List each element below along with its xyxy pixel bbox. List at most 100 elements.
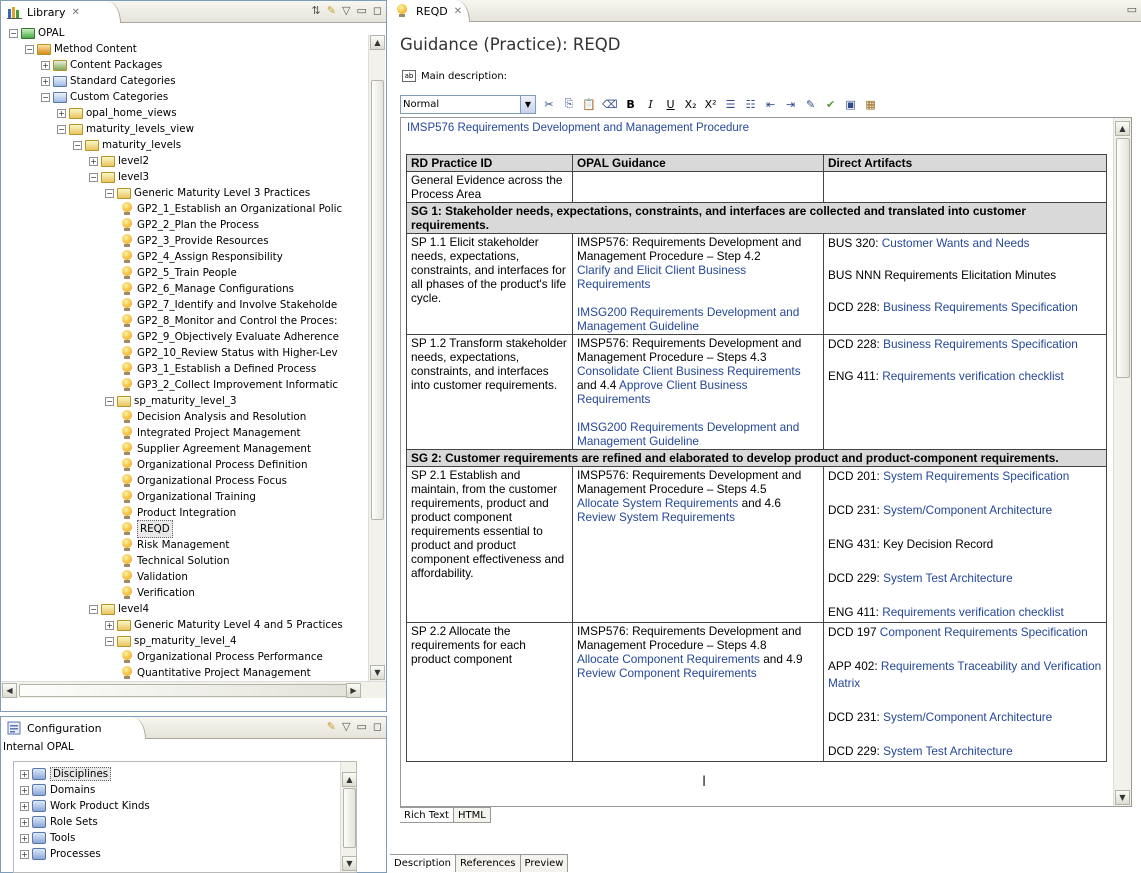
guidance-link[interactable]: Consolidate Client Business Requirements [577, 364, 801, 378]
tree-item[interactable]: − Generic Maturity Level 3 Practices [105, 185, 310, 201]
expand-icon[interactable]: + [20, 785, 29, 795]
guidance-link[interactable]: Review System Requirements [577, 510, 735, 524]
tree-item[interactable]: Organizational Process Performance [121, 649, 323, 665]
expand-icon[interactable]: + [41, 60, 50, 70]
tree-item[interactable]: REQD [121, 520, 173, 538]
collapse-icon[interactable]: − [105, 636, 114, 646]
library-hscrollbar[interactable]: ◀ ▶ [1, 681, 386, 698]
expand-icon[interactable]: + [20, 801, 29, 811]
tree-item[interactable]: + opal_home_views [57, 105, 177, 121]
paragraph-style-select[interactable]: Normal ▼ [400, 94, 536, 114]
tree-item[interactable]: − maturity_levels [73, 137, 181, 153]
scroll-up-icon[interactable]: ▲ [1115, 121, 1130, 136]
view-menu-icon[interactable]: ▽ [342, 4, 350, 17]
artifact-link[interactable]: Customer Wants and Needs [882, 236, 1030, 250]
artifact-link[interactable]: System/Component Architecture [883, 503, 1052, 517]
scroll-up-icon[interactable]: ▲ [370, 35, 385, 50]
artifact-link[interactable]: Requirements verification checklist [882, 369, 1064, 383]
configuration-tab[interactable]: Configuration [1, 717, 146, 739]
underline-icon[interactable]: U [664, 98, 678, 111]
config-vscrollbar[interactable]: ▲ ▼ [340, 762, 356, 872]
tree-item[interactable]: Technical Solution [121, 553, 230, 569]
collapse-icon[interactable]: − [25, 44, 34, 54]
tree-item[interactable]: GP2_3_Provide Resources [121, 233, 269, 249]
tree-item[interactable]: Product Integration [121, 505, 236, 521]
tree-item[interactable]: GP3_2_Collect Improvement Informatic [121, 377, 338, 393]
tab-description[interactable]: Description [390, 855, 456, 872]
tree-item[interactable]: GP2_10_Review Status with Higher-Lev [121, 345, 338, 361]
minimize-icon[interactable]: ▭ [1127, 3, 1137, 16]
tree-item[interactable]: GP2_9_Objectively Evaluate Adherence [121, 329, 339, 345]
copy-icon[interactable]: ⎘ [562, 97, 576, 111]
guideline-link[interactable]: IMSG200 Requirements Development and Man… [577, 420, 799, 448]
maximize-icon[interactable]: ◻ [373, 4, 382, 17]
minimize-icon[interactable]: ▭ [356, 4, 366, 17]
guidance-link[interactable]: Allocate Component Requirements [577, 652, 760, 666]
tree-item[interactable]: − level3 [89, 169, 149, 185]
sync-icon[interactable]: ✎ [327, 4, 336, 17]
bold-icon[interactable]: B [624, 98, 638, 111]
scroll-left-icon[interactable]: ◀ [2, 683, 17, 698]
collapse-icon[interactable]: − [89, 172, 98, 182]
tree-item[interactable]: GP2_1_Establish an Organizational Polic [121, 201, 342, 217]
library-tab[interactable]: Library ✕ [1, 1, 121, 23]
tree-item[interactable]: Supplier Agreement Management [121, 441, 311, 457]
config-item[interactable]: + Disciplines [20, 766, 112, 782]
tree-item[interactable]: − Custom Categories [41, 89, 168, 105]
collapse-icon[interactable]: − [89, 604, 98, 614]
artifact-link[interactable]: System Test Architecture [883, 744, 1013, 758]
tree-item[interactable]: Organizational Process Definition [121, 457, 307, 473]
config-item[interactable]: + Domains [20, 782, 95, 798]
scroll-down-icon[interactable]: ▼ [342, 856, 356, 871]
config-item[interactable]: + Role Sets [20, 814, 98, 830]
config-item[interactable]: + Work Product Kinds [20, 798, 150, 814]
maximize-icon[interactable]: ◻ [373, 720, 382, 733]
artifact-link[interactable]: System Requirements Specification [883, 469, 1069, 483]
config-item[interactable]: + Tools [20, 830, 75, 846]
scroll-thumb[interactable] [371, 80, 384, 520]
library-tree[interactable]: − OPAL − Method Content + Content Packages + St… [3, 25, 367, 685]
scroll-thumb[interactable] [1116, 138, 1130, 378]
guidance-link[interactable]: Review Component Requirements [577, 666, 757, 680]
scroll-up-icon[interactable]: ▲ [342, 772, 356, 787]
collapse-icon[interactable]: − [73, 140, 82, 150]
scroll-down-icon[interactable]: ▼ [370, 665, 385, 680]
reqd-editor-tab[interactable]: REQD ✕ [390, 0, 470, 22]
minimize-icon[interactable]: ▭ [356, 720, 366, 733]
tree-item[interactable]: Validation [121, 569, 188, 585]
tree-item[interactable]: + Standard Categories [41, 73, 176, 89]
tree-item[interactable]: − Method Content [25, 41, 137, 57]
clear-format-icon[interactable]: ⌫ [602, 98, 618, 111]
tab-html[interactable]: HTML [453, 808, 491, 823]
italic-icon[interactable]: I [644, 98, 658, 111]
bulleted-list-icon[interactable]: ☰ [724, 98, 738, 111]
refresh-icon[interactable]: ✎ [327, 720, 336, 733]
add-table-icon[interactable]: ▦ [864, 98, 878, 111]
close-icon[interactable]: ✕ [71, 7, 79, 18]
expand-icon[interactable]: + [105, 620, 114, 630]
guidance-link[interactable]: Clarify and Elicit Client Business Requi… [577, 263, 746, 291]
configuration-tree[interactable]: + Processes + Tools + Role Sets + Work Product … [13, 761, 357, 873]
superscript-icon[interactable]: X² [704, 98, 718, 111]
tree-item[interactable]: GP2_2_Plan the Process [121, 217, 259, 233]
artifact-link[interactable]: Component Requirements Specification [880, 625, 1088, 639]
artifact-link[interactable]: Business Requirements Specification [883, 337, 1078, 351]
tree-item[interactable]: − maturity_levels_view [57, 121, 194, 137]
expand-icon[interactable]: + [57, 108, 66, 118]
scroll-down-icon[interactable]: ▼ [1115, 790, 1130, 805]
expand-icon[interactable]: + [20, 769, 29, 779]
collapse-icon[interactable]: − [105, 188, 114, 198]
expand-icon[interactable]: + [20, 817, 29, 827]
link-editor-icon[interactable]: ⇅ [312, 4, 321, 17]
cut-icon[interactable]: ✂ [542, 98, 556, 111]
tree-item[interactable]: Organizational Training [121, 489, 256, 505]
tree-item[interactable]: GP2_8_Monitor and Control the Proces: [121, 313, 337, 329]
tree-item[interactable]: Decision Analysis and Resolution [121, 409, 306, 425]
tree-item[interactable]: + level2 [89, 153, 149, 169]
tree-item[interactable]: − sp_maturity_level_3 [105, 393, 237, 409]
tree-item[interactable]: GP3_1_Establish a Defined Process [121, 361, 316, 377]
subscript-icon[interactable]: X₂ [684, 98, 698, 111]
expand-icon[interactable]: + [89, 156, 98, 166]
tree-item[interactable]: Verification [121, 585, 195, 601]
tree-item[interactable]: − sp_maturity_level_4 [105, 633, 237, 649]
